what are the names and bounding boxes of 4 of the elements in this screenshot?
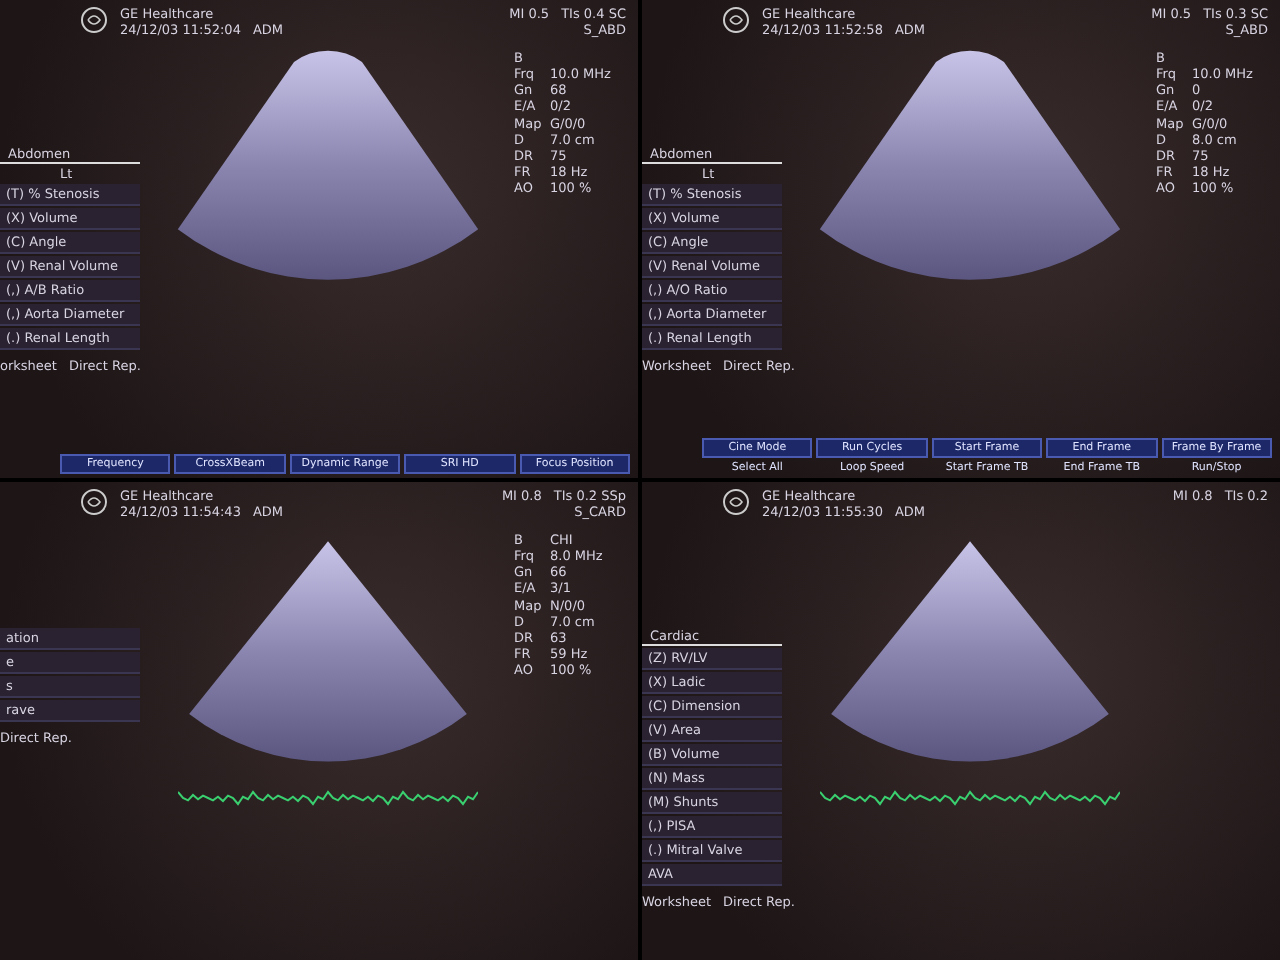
logo-icon bbox=[80, 6, 108, 34]
logo-icon bbox=[722, 6, 750, 34]
logo-icon bbox=[80, 488, 108, 516]
logo-icon bbox=[722, 488, 750, 516]
